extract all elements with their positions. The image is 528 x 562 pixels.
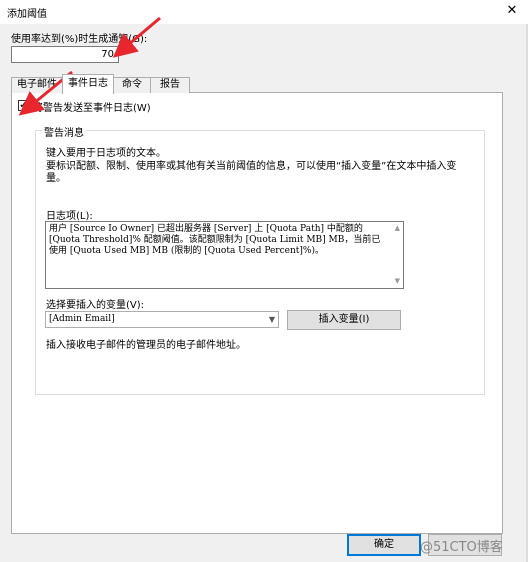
tab-report[interactable]: 报告: [150, 77, 190, 93]
log-entry-textarea[interactable]: 用户 [Source Io Owner] 已超出服务器 [Server] 上 […: [45, 221, 404, 289]
window-title: 添加阈值: [7, 9, 47, 20]
watermark: @51CTO博客: [420, 540, 503, 555]
warning-message-title: 警告消息: [42, 124, 86, 139]
close-button[interactable]: ✕: [500, 0, 524, 22]
variable-select-label: 选择要插入的变量(V):: [46, 300, 145, 311]
ok-button[interactable]: 确定: [347, 534, 421, 556]
log-entry-text: 用户 [Source Io Owner] 已超出服务器 [Server] 上 […: [49, 224, 381, 256]
log-text-instruction: 键入要用于日志项的文本。: [46, 148, 166, 159]
variable-select[interactable]: [Admin Email] ▼: [45, 311, 279, 328]
insert-variable-instruction: 要标识配额、限制、使用率或其他有关当前阈值的信息，可以使用“插入变量”在文本中插…: [46, 161, 457, 184]
send-to-event-log-label[interactable]: 将警告发送至事件日志(W): [33, 99, 151, 114]
tab-event-log[interactable]: 事件日志: [62, 74, 114, 94]
tab-email[interactable]: 电子邮件: [11, 77, 63, 93]
send-to-event-log-checkbox[interactable]: ✓: [18, 98, 29, 111]
threshold-input[interactable]: 70: [11, 46, 119, 63]
close-icon: ✕: [506, 3, 518, 18]
scroll-up-icon[interactable]: ▲: [395, 223, 400, 234]
variable-select-value: [Admin Email]: [49, 314, 115, 324]
log-entry-label: 日志项(L):: [46, 211, 93, 222]
chevron-down-icon[interactable]: ▼: [269, 312, 275, 327]
tab-command[interactable]: 命令: [113, 77, 151, 93]
scroll-down-icon[interactable]: ▼: [395, 276, 400, 287]
threshold-label: 使用率达到(%)时生成通知(G):: [11, 34, 148, 45]
check-icon: ✓: [19, 98, 29, 111]
variable-description: 插入接收电子邮件的管理员的电子邮件地址。: [46, 340, 246, 351]
title-bar: [0, 0, 528, 24]
insert-variable-button[interactable]: 插入变量(I): [287, 310, 401, 330]
